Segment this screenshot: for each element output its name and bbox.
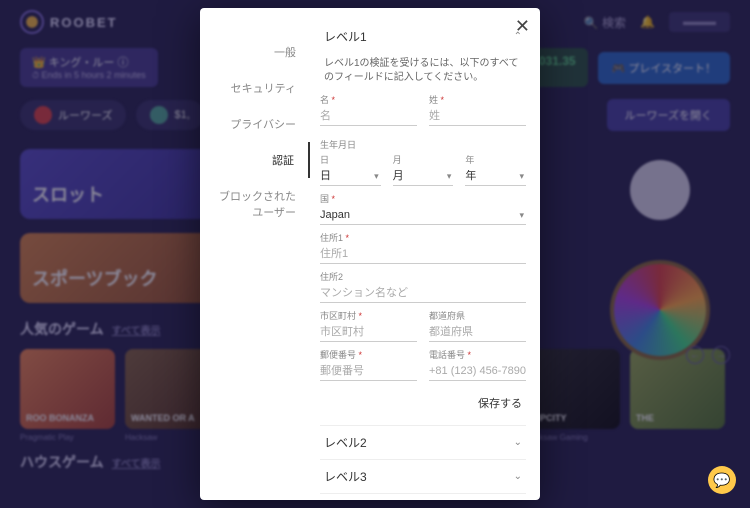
country-label: 国 (320, 192, 526, 205)
level4-header[interactable]: レベル4⌄ (320, 493, 526, 500)
sidebar-item-verify[interactable]: 認証 (200, 142, 310, 178)
settings-modal: ✕ 一般 セキュリティ プライバシー 認証 ブロックされたユーザー レベル1 ⌃… (200, 8, 540, 500)
zip-input[interactable] (320, 362, 417, 381)
level1-description: レベル1の検証を受けるには、以下のすべてのフィールドに記入してください。 (320, 53, 526, 89)
sidebar-item-blocked[interactable]: ブロックされたユーザー (200, 178, 310, 230)
dob-day-select[interactable]: 日 (320, 167, 381, 186)
city-input[interactable] (320, 323, 417, 342)
close-icon[interactable]: ✕ (515, 16, 530, 37)
save-button[interactable]: 保存する (478, 395, 522, 411)
sidebar-item-security[interactable]: セキュリティ (200, 70, 310, 106)
state-label: 都道府県 (429, 309, 526, 322)
phone-label: 電話番号 (429, 348, 526, 361)
state-input[interactable] (429, 323, 526, 342)
country-select[interactable]: Japan (320, 206, 526, 225)
level3-header[interactable]: レベル3⌄ (320, 459, 526, 493)
sidebar-item-privacy[interactable]: プライバシー (200, 106, 310, 142)
level1-title: レベル1 (324, 28, 367, 45)
chevron-down-icon: ⌄ (514, 471, 522, 482)
addr2-input[interactable] (320, 284, 526, 303)
addr2-label: 住所2 (320, 270, 526, 283)
first-name-label: 名 (320, 93, 417, 106)
first-name-input[interactable] (320, 107, 417, 126)
settings-sidebar: 一般 セキュリティ プライバシー 認証 ブロックされたユーザー (200, 8, 310, 500)
sidebar-item-general[interactable]: 一般 (200, 34, 310, 70)
zip-label: 郵便番号 (320, 348, 417, 361)
dob-label: 生年月日 (320, 138, 526, 151)
last-name-label: 姓 (429, 93, 526, 106)
phone-input[interactable] (429, 362, 526, 381)
chat-bubble-icon[interactable]: 💬 (708, 466, 736, 494)
dob-year-select[interactable]: 年 (465, 167, 526, 186)
addr1-label: 住所1 (320, 231, 526, 244)
addr1-input[interactable] (320, 245, 526, 264)
level2-header[interactable]: レベル2⌄ (320, 425, 526, 459)
level1-header[interactable]: レベル1 ⌃ (320, 20, 526, 53)
dob-month-select[interactable]: 月 (393, 167, 454, 186)
city-label: 市区町村 (320, 309, 417, 322)
chevron-down-icon: ⌄ (514, 437, 522, 448)
last-name-input[interactable] (429, 107, 526, 126)
